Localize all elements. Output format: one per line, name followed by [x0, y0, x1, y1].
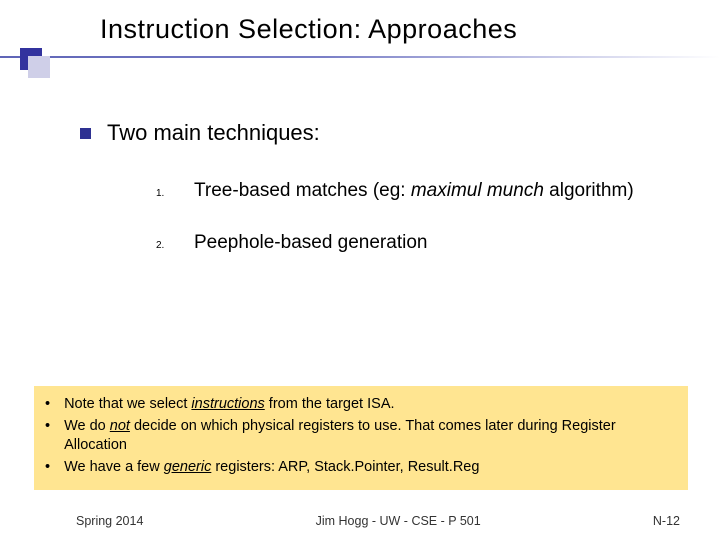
title-area: Instruction Selection: Approaches — [0, 0, 720, 80]
main-bullet-text: Two main techniques: — [107, 120, 320, 146]
item-text-pre: Peephole-based generation — [194, 232, 427, 253]
main-bullet-row: Two main techniques: — [80, 120, 700, 146]
note-seg: We do — [64, 418, 110, 434]
bullet-dot-icon: • — [45, 458, 50, 478]
note-emph: not — [110, 418, 130, 434]
bullet-dot-icon: • — [45, 417, 50, 456]
note-emph: instructions — [191, 396, 264, 412]
footer: Spring 2014 Jim Hogg - UW - CSE - P 501 … — [0, 514, 720, 528]
note-seg: decide on which physical registers to us… — [64, 418, 616, 454]
item-text-post: algorithm) — [544, 180, 634, 201]
bullet-dot-icon: • — [45, 395, 50, 415]
list-item: 1. Tree-based matches (eg: maximul munch… — [156, 180, 700, 202]
note-seg: Note that we select — [64, 396, 191, 412]
note-line: • Note that we select instructions from … — [45, 395, 677, 415]
note-box: • Note that we select instructions from … — [34, 386, 688, 490]
title-underline — [0, 56, 720, 58]
note-emph: generic — [164, 459, 212, 475]
item-text: Tree-based matches (eg: maximul munch al… — [194, 180, 634, 202]
item-text-pre: Tree-based matches (eg: — [194, 180, 411, 201]
content-area: Two main techniques: 1. Tree-based match… — [0, 80, 720, 254]
corner-decoration — [20, 48, 42, 70]
list-item: 2. Peephole-based generation — [156, 232, 700, 254]
note-seg: registers: ARP, Stack.Pointer, Result.Re… — [211, 459, 479, 475]
footer-center: Jim Hogg - UW - CSE - P 501 — [316, 514, 481, 528]
note-line: • We do not decide on which physical reg… — [45, 417, 677, 456]
footer-left: Spring 2014 — [76, 514, 143, 528]
note-text: Note that we select instructions from th… — [64, 395, 394, 415]
note-text: We have a few generic registers: ARP, St… — [64, 458, 479, 478]
sub-list: 1. Tree-based matches (eg: maximul munch… — [156, 180, 700, 254]
slide-title: Instruction Selection: Approaches — [100, 14, 720, 45]
note-text: We do not decide on which physical regis… — [64, 417, 677, 456]
item-number: 1. — [156, 188, 166, 199]
square-bullet-icon — [80, 128, 91, 139]
note-seg: We have a few — [64, 459, 164, 475]
note-line: • We have a few generic registers: ARP, … — [45, 458, 677, 478]
item-text: Peephole-based generation — [194, 232, 427, 254]
item-text-italic: maximul munch — [411, 180, 544, 201]
note-seg: from the target ISA. — [265, 396, 395, 412]
item-number: 2. — [156, 240, 166, 251]
footer-right: N-12 — [653, 514, 680, 528]
